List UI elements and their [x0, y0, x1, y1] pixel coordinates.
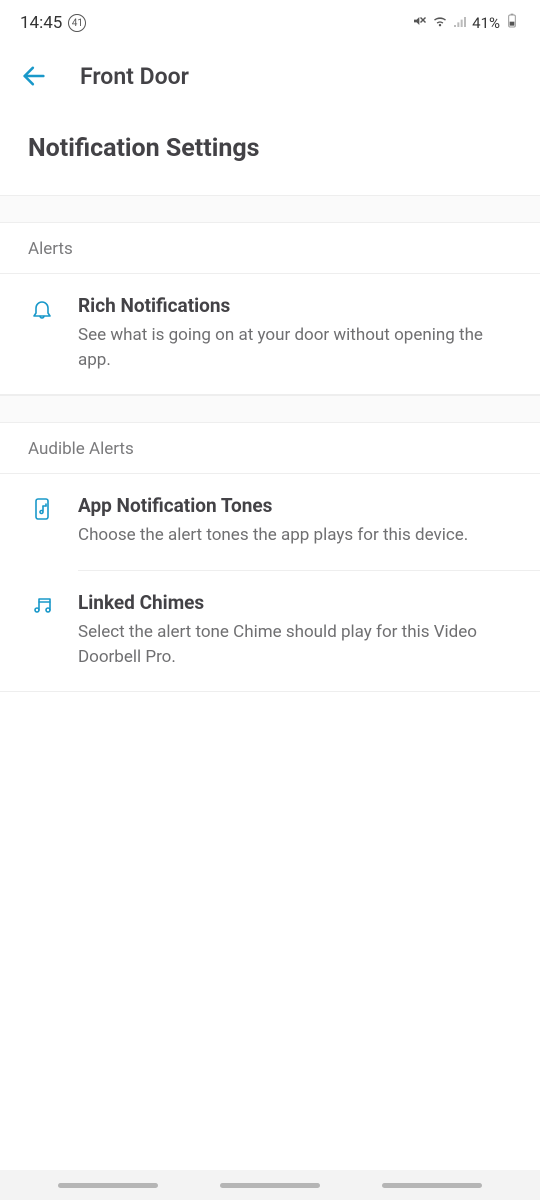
list-item-title: App Notification Tones — [78, 494, 512, 517]
section-divider — [0, 395, 540, 423]
nav-recents[interactable] — [58, 1183, 158, 1188]
page-title: Front Door — [80, 63, 189, 90]
list-item-title: Rich Notifications — [78, 294, 512, 317]
section-label-alerts: Alerts — [0, 223, 540, 274]
mute-icon — [412, 13, 428, 33]
battery-percent: 41% — [472, 14, 500, 32]
status-right: 41% — [412, 13, 520, 33]
back-button[interactable] — [20, 62, 48, 90]
list-item-desc: See what is going on at your door withou… — [78, 323, 512, 372]
bell-icon — [28, 296, 56, 322]
list-item-text: Linked Chimes Select the alert tone Chim… — [78, 591, 512, 669]
app-bar: Front Door — [0, 44, 540, 118]
music-note-icon — [28, 593, 56, 617]
status-bar: 14:45 41 41% — [0, 0, 540, 44]
nav-back[interactable] — [382, 1183, 482, 1188]
list-item-app-notification-tones[interactable]: App Notification Tones Choose the alert … — [0, 474, 540, 570]
status-left: 14:45 41 — [20, 13, 86, 33]
status-time: 14:45 — [20, 13, 62, 33]
battery-icon — [504, 13, 520, 33]
wifi-icon — [432, 13, 448, 33]
signal-icon — [452, 13, 468, 33]
page-heading: Notification Settings — [0, 118, 540, 195]
section-label-audible: Audible Alerts — [0, 423, 540, 474]
list-item-desc: Select the alert tone Chime should play … — [78, 620, 512, 669]
list-item-text: App Notification Tones Choose the alert … — [78, 494, 512, 548]
list-item-linked-chimes[interactable]: Linked Chimes Select the alert tone Chim… — [0, 571, 540, 692]
list-item-title: Linked Chimes — [78, 591, 512, 614]
system-nav-bar — [0, 1170, 540, 1200]
nav-home[interactable] — [220, 1183, 320, 1188]
list-item-text: Rich Notifications See what is going on … — [78, 294, 512, 372]
phone-tone-icon — [28, 496, 56, 522]
arrow-left-icon — [20, 62, 48, 90]
notification-count-badge: 41 — [68, 14, 86, 32]
section-divider — [0, 195, 540, 223]
list-item-rich-notifications[interactable]: Rich Notifications See what is going on … — [0, 274, 540, 395]
list-item-desc: Choose the alert tones the app plays for… — [78, 523, 512, 548]
